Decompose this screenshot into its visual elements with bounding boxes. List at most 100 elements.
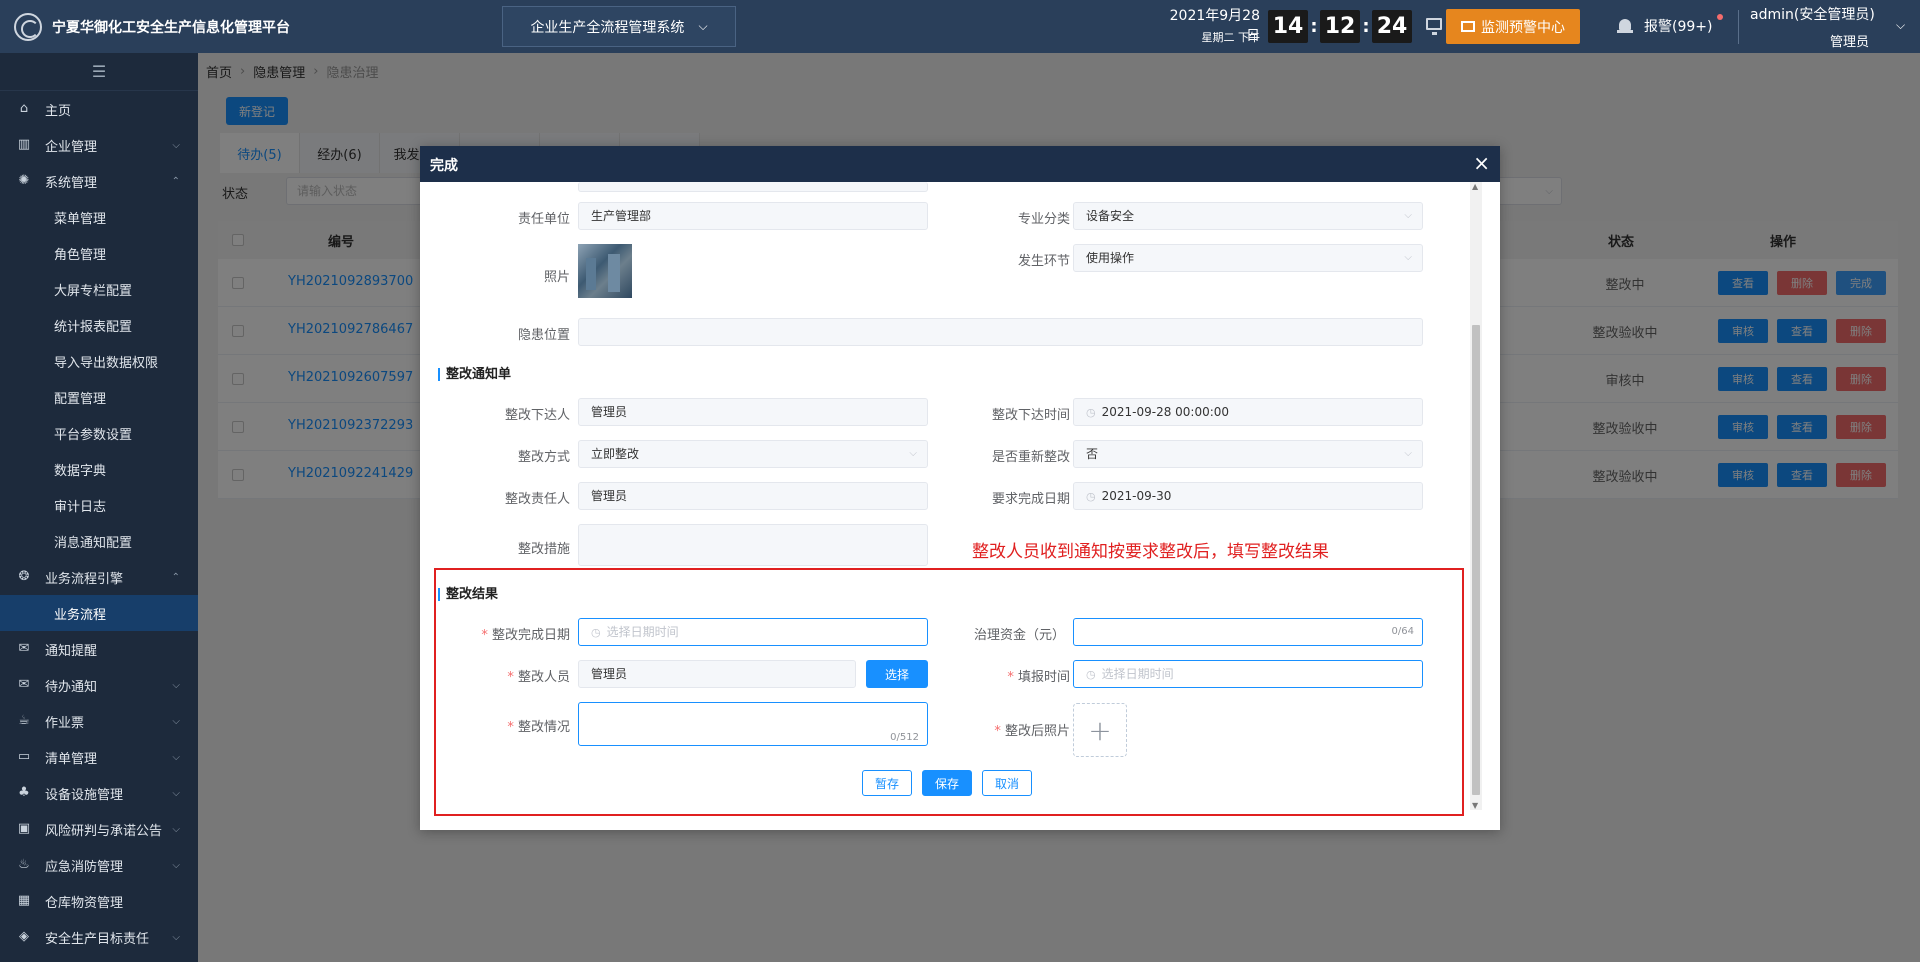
clock-icon: ◷ — [1086, 490, 1096, 503]
draft-button[interactable]: 暂存 — [862, 770, 912, 796]
user-name[interactable]: admin(安全管理员) — [1750, 4, 1875, 24]
done-date-picker[interactable]: ◷ 选择日期时间 — [578, 618, 928, 646]
save-button[interactable]: 保存 — [922, 770, 972, 796]
deadline-label: 要求完成日期 — [991, 492, 1070, 507]
deadline-field[interactable]: ◷ 2021-09-30 — [1073, 482, 1423, 510]
report-time-placeholder: 选择日期时间 — [1101, 667, 1174, 681]
deadline-value: 2021-09-30 — [1101, 489, 1172, 503]
sidebar-item-report[interactable]: 统计报表配置 — [0, 307, 198, 343]
result-section-title: 整改结果 — [438, 588, 498, 601]
system-select-label: 企业生产全流程管理系统 — [530, 19, 685, 36]
stage-select[interactable]: 使用操作 ⌵ — [1073, 244, 1423, 272]
sidebar-item-flow-engine[interactable]: ❂ 业务流程引擎 ⌃ — [0, 559, 198, 595]
sidebar-item-ticket[interactable]: ☕ 作业票 ⌵ — [0, 703, 198, 739]
sidebar-item-import-export[interactable]: 导入导出数据权限 — [0, 343, 198, 379]
alert-center-button[interactable]: 监测预警中心 — [1446, 9, 1580, 44]
sidebar-item-checklist[interactable]: ▭ 清单管理 ⌵ — [0, 739, 198, 775]
alarm-bell-icon[interactable] — [1617, 18, 1633, 34]
issue-time-field[interactable]: ◷ 2021-09-28 00:00:00 — [1073, 398, 1423, 426]
unit-field[interactable]: 生产管理部 — [578, 202, 928, 230]
hazard-photo[interactable] — [578, 244, 632, 298]
annotation-text: 整改人员收到通知按要求整改后，填写整改结果 — [972, 542, 1329, 562]
sidebar-item-target[interactable]: ◈ 安全生产目标责任 ⌵ — [0, 919, 198, 955]
scroll-down-icon[interactable]: ▼ — [1472, 801, 1478, 810]
chevron-down-icon: ⌵ — [1404, 210, 1412, 221]
chevron-up-icon: ⌃ — [171, 571, 180, 583]
weekday-text: 星期二 下午 — [1201, 31, 1261, 44]
method-value: 立即整改 — [591, 447, 640, 461]
collapse-menu-icon[interactable]: ☰ — [0, 53, 198, 91]
target-icon: ◈ — [19, 929, 29, 944]
cancel-button[interactable]: 取消 — [982, 770, 1032, 796]
sidebar-item-emergency[interactable]: ♨ 应急消防管理 ⌵ — [0, 847, 198, 883]
screen-icon[interactable] — [1426, 18, 1442, 35]
situation-label: 整改情况 — [460, 716, 570, 735]
category-select[interactable]: 设备安全 ⌵ — [1073, 202, 1423, 230]
system-select[interactable]: 企业生产全流程管理系统 ⌵ — [502, 6, 736, 47]
device-icon: ♣ — [18, 785, 30, 800]
sidebar-item-screen[interactable]: 大屏专栏配置 — [0, 271, 198, 307]
report-time-label: 填报时间 — [960, 666, 1070, 685]
sidebar-item-enterprise[interactable]: ▥ 企业管理 ⌵ — [0, 127, 198, 163]
reissue-label: 是否重新整改 — [991, 450, 1070, 465]
header-divider — [1738, 10, 1739, 44]
sidebar-item-config[interactable]: 配置管理 — [0, 379, 198, 415]
sidebar-item-params[interactable]: 平台参数设置 — [0, 415, 198, 451]
owner-field[interactable]: 管理员 — [578, 482, 928, 510]
chevron-down-icon: ⌵ — [1404, 252, 1412, 263]
prev-textarea[interactable] — [578, 182, 928, 192]
measure-textarea[interactable] — [578, 524, 928, 566]
scroll-up-icon[interactable]: ▲ — [1472, 182, 1478, 191]
sidebar-item-audit-log[interactable]: 审计日志 — [0, 487, 198, 523]
sidebar-item-notify-config[interactable]: 消息通知配置 — [0, 523, 198, 559]
sidebar-item-home[interactable]: ⌂ 主页 — [0, 91, 198, 127]
reissue-value: 否 — [1086, 447, 1099, 461]
chevron-down-icon: ⌵ — [172, 139, 180, 151]
gear-icon: ✺ — [18, 173, 30, 188]
user-role: 管理员 — [1830, 35, 1870, 50]
situation-textarea[interactable]: 0/512 — [578, 702, 928, 746]
select-person-button[interactable]: 选择 — [866, 660, 928, 688]
category-value: 设备安全 — [1086, 209, 1135, 223]
sidebar-item-business-flow[interactable]: 业务流程 — [0, 595, 198, 631]
sidebar-item-warehouse[interactable]: ▦ 仓库物资管理 — [0, 883, 198, 919]
building-icon: ▥ — [17, 137, 31, 152]
chevron-up-icon: ⌃ — [171, 175, 180, 187]
situation-count: 0/512 — [890, 732, 919, 743]
report-time-picker[interactable]: ◷ 选择日期时间 — [1073, 660, 1423, 688]
location-field[interactable] — [578, 318, 1423, 346]
issuer-label: 整改下达人 — [504, 408, 570, 423]
app-title: 宁夏华御化工安全生产信息化管理平台 — [52, 20, 290, 36]
sidebar-item-risk[interactable]: ▣ 风险研判与承诺公告 ⌵ — [0, 811, 198, 847]
sidebar-item-device[interactable]: ♣ 设备设施管理 ⌵ — [0, 775, 198, 811]
issuer-field[interactable]: 管理员 — [578, 398, 928, 426]
stage-label: 发生环节 — [1017, 254, 1070, 269]
chevron-down-icon: ⌵ — [172, 823, 180, 835]
upload-photo-button[interactable]: + — [1073, 703, 1127, 757]
clock-second: 24 — [1372, 10, 1412, 43]
scrollbar-thumb[interactable] — [1472, 325, 1480, 795]
sidebar-item-system[interactable]: ✺ 系统管理 ⌃ — [0, 163, 198, 199]
complete-dialog: 完成 × ▲ ▼ 责任单位 生产管理部 专业分类 设备安全 ⌵ 照片 发生环节 使… — [420, 146, 1500, 830]
ticket-icon: ☕ — [18, 713, 30, 728]
sidebar-item-menu[interactable]: 菜单管理 — [0, 199, 198, 235]
fund-label: 治理资金（元） — [973, 628, 1065, 643]
sidebar: ☰ ⌂ 主页 ▥ 企业管理 ⌵ ✺ 系统管理 ⌃ 菜单管理 角色管理 大屏专栏配置 统计报… — [0, 53, 198, 962]
plus-icon: + — [1088, 713, 1112, 747]
clock-icon: ◷ — [591, 626, 601, 639]
person-field[interactable]: 管理员 — [578, 660, 856, 688]
method-select[interactable]: 立即整改 ⌵ — [578, 440, 928, 468]
close-icon[interactable]: × — [1473, 152, 1490, 174]
user-menu-chevron-icon[interactable]: ⌵ — [1896, 18, 1905, 33]
unit-label: 责任单位 — [517, 212, 570, 227]
sidebar-item-dictionary[interactable]: 数据字典 — [0, 451, 198, 487]
sidebar-item-notice[interactable]: ✉ 通知提醒 — [0, 631, 198, 667]
monitor-icon — [1461, 21, 1475, 32]
sidebar-item-role[interactable]: 角色管理 — [0, 235, 198, 271]
alarm-link[interactable]: 报警(99+) — [1644, 16, 1712, 36]
sidebar-item-todo[interactable]: ✉ 待办通知 ⌵ — [0, 667, 198, 703]
fund-input[interactable]: 0/64 — [1073, 618, 1423, 646]
reissue-select[interactable]: 否 ⌵ — [1073, 440, 1423, 468]
dialog-scrollbar[interactable]: ▲ ▼ — [1470, 182, 1482, 810]
chevron-down-icon: ⌵ — [172, 715, 180, 727]
